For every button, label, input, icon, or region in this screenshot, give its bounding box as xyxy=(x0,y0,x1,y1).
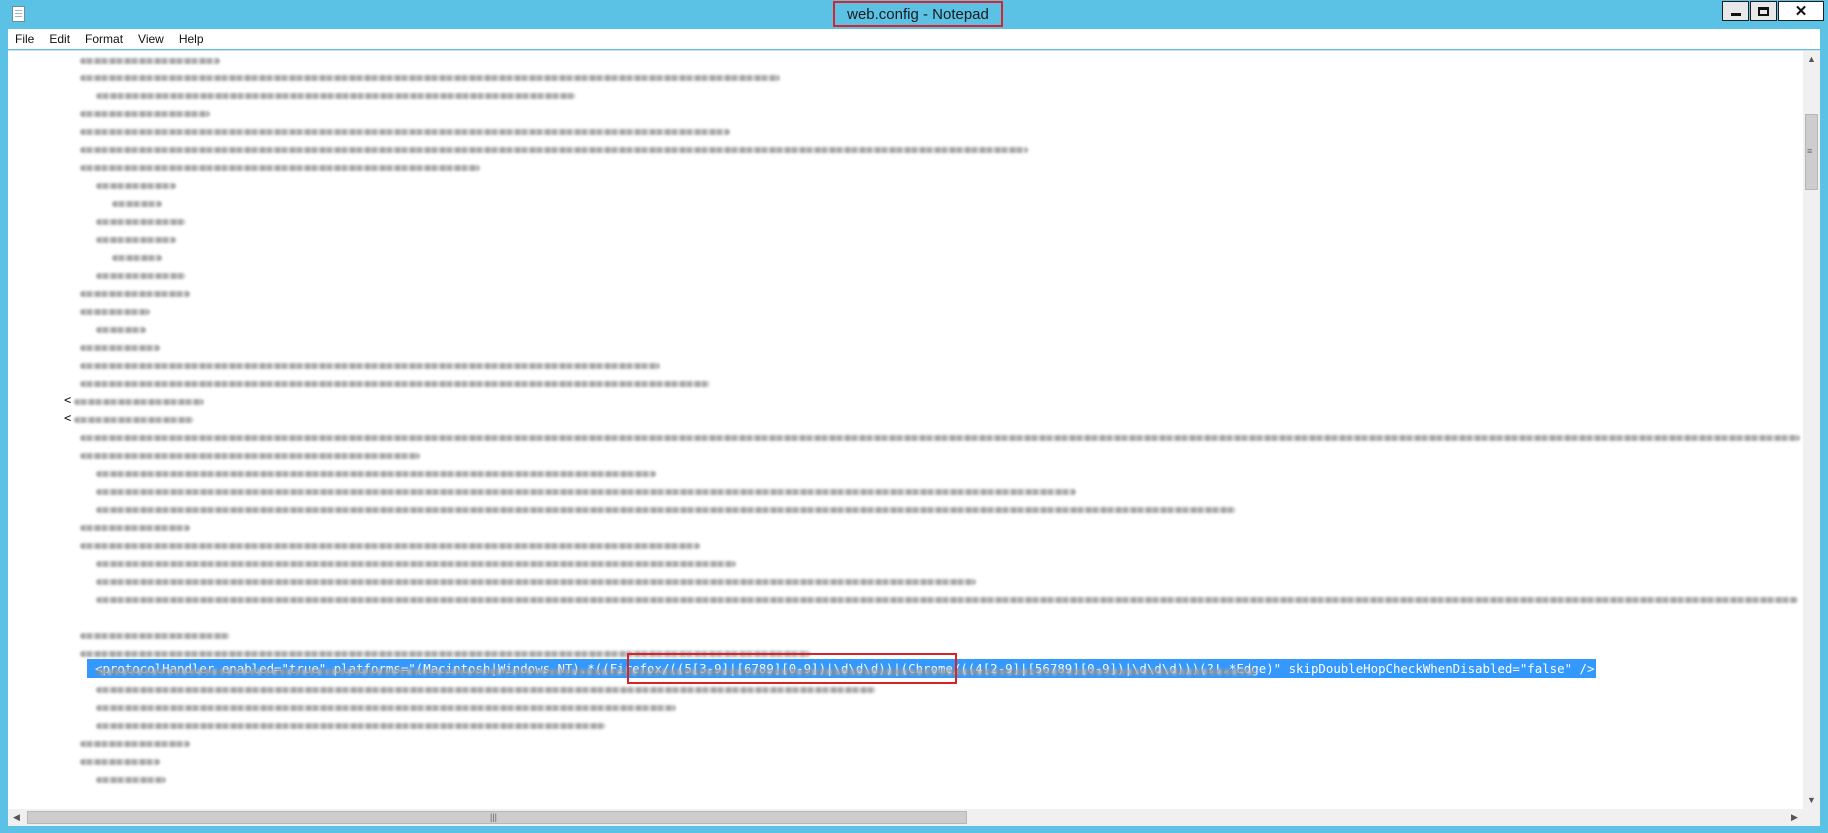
redacted-line xyxy=(80,58,220,64)
menu-view[interactable]: View xyxy=(131,32,172,46)
redacted-line xyxy=(80,309,150,315)
redacted-line xyxy=(80,381,710,387)
redacted-line xyxy=(80,633,230,639)
redacted-line xyxy=(96,183,176,189)
redacted-line xyxy=(96,687,876,693)
menu-format[interactable]: Format xyxy=(78,32,131,46)
redacted-line xyxy=(96,471,656,477)
window-title: web.config - Notepad xyxy=(847,5,989,23)
redacted-line xyxy=(80,129,730,135)
redacted-line xyxy=(96,489,1076,495)
redacted-line xyxy=(96,777,166,783)
scroll-up-icon[interactable]: ▲ xyxy=(1803,51,1820,68)
xml-open-bracket: < xyxy=(64,411,72,425)
scroll-left-icon[interactable]: ◀ xyxy=(8,809,25,826)
redacted-line xyxy=(96,597,1798,603)
redacted-line xyxy=(74,417,194,423)
notepad-window: web.config - Notepad ✕ File Edit Format … xyxy=(0,0,1828,833)
menu-help[interactable]: Help xyxy=(172,32,212,46)
minimize-icon xyxy=(1730,13,1741,16)
title-highlight-box: web.config - Notepad xyxy=(833,1,1003,27)
redacted-line xyxy=(80,453,420,459)
horizontal-scroll-thumb[interactable]: ||| xyxy=(27,811,967,824)
scrollbar-corner xyxy=(1803,809,1820,826)
minimize-button[interactable] xyxy=(1722,1,1749,21)
redacted-line xyxy=(112,201,162,207)
redacted-line xyxy=(96,723,606,729)
text-area[interactable]: < < <protocolHandler enabled="true" plat… xyxy=(8,51,1803,809)
horizontal-scrollbar[interactable]: ◀ ||| ▶ xyxy=(8,809,1803,826)
vertical-scroll-thumb[interactable]: ≡ xyxy=(1805,114,1818,190)
redacted-line xyxy=(96,579,976,585)
redacted-line xyxy=(80,165,480,171)
redacted-line xyxy=(80,111,210,117)
redacted-line xyxy=(96,561,736,567)
redacted-line xyxy=(80,75,780,81)
redacted-line xyxy=(80,543,700,549)
redacted-line xyxy=(96,93,576,99)
title-bar[interactable]: web.config - Notepad ✕ xyxy=(0,0,1828,28)
redacted-line xyxy=(80,147,1028,153)
redacted-line xyxy=(80,525,190,531)
menu-bar: File Edit Format View Help xyxy=(8,29,1820,49)
maximize-button[interactable] xyxy=(1750,1,1777,21)
redacted-line xyxy=(96,507,1236,513)
redacted-line xyxy=(96,705,676,711)
redacted-line xyxy=(80,345,160,351)
redacted-line xyxy=(96,237,176,243)
close-icon: ✕ xyxy=(1794,2,1808,20)
menu-edit[interactable]: Edit xyxy=(42,32,78,46)
redacted-line xyxy=(96,273,186,279)
xml-close-bracket: < xyxy=(64,393,72,407)
menu-file[interactable]: File xyxy=(8,32,42,46)
vertical-scrollbar[interactable]: ▲ ≡ ▼ xyxy=(1803,51,1820,809)
scroll-grip-icon: ≡ xyxy=(1807,146,1813,156)
redacted-line xyxy=(80,363,660,369)
redacted-line xyxy=(80,759,160,765)
redacted-line xyxy=(80,291,190,297)
redacted-line xyxy=(80,741,190,747)
scroll-right-icon[interactable]: ▶ xyxy=(1786,809,1803,826)
redacted-line xyxy=(80,435,1800,441)
redacted-line xyxy=(112,255,162,261)
maximize-icon xyxy=(1758,6,1769,16)
scroll-down-icon[interactable]: ▼ xyxy=(1803,792,1820,809)
text-editor[interactable]: < < <protocolHandler enabled="true" plat… xyxy=(8,50,1820,826)
notepad-app-icon[interactable] xyxy=(12,6,25,22)
redacted-line xyxy=(96,219,186,225)
redacted-line xyxy=(96,327,146,333)
scroll-grip-icon: ||| xyxy=(490,812,498,822)
regex-callout-box xyxy=(627,653,957,684)
close-button[interactable]: ✕ xyxy=(1778,1,1824,21)
redacted-line xyxy=(74,399,204,405)
